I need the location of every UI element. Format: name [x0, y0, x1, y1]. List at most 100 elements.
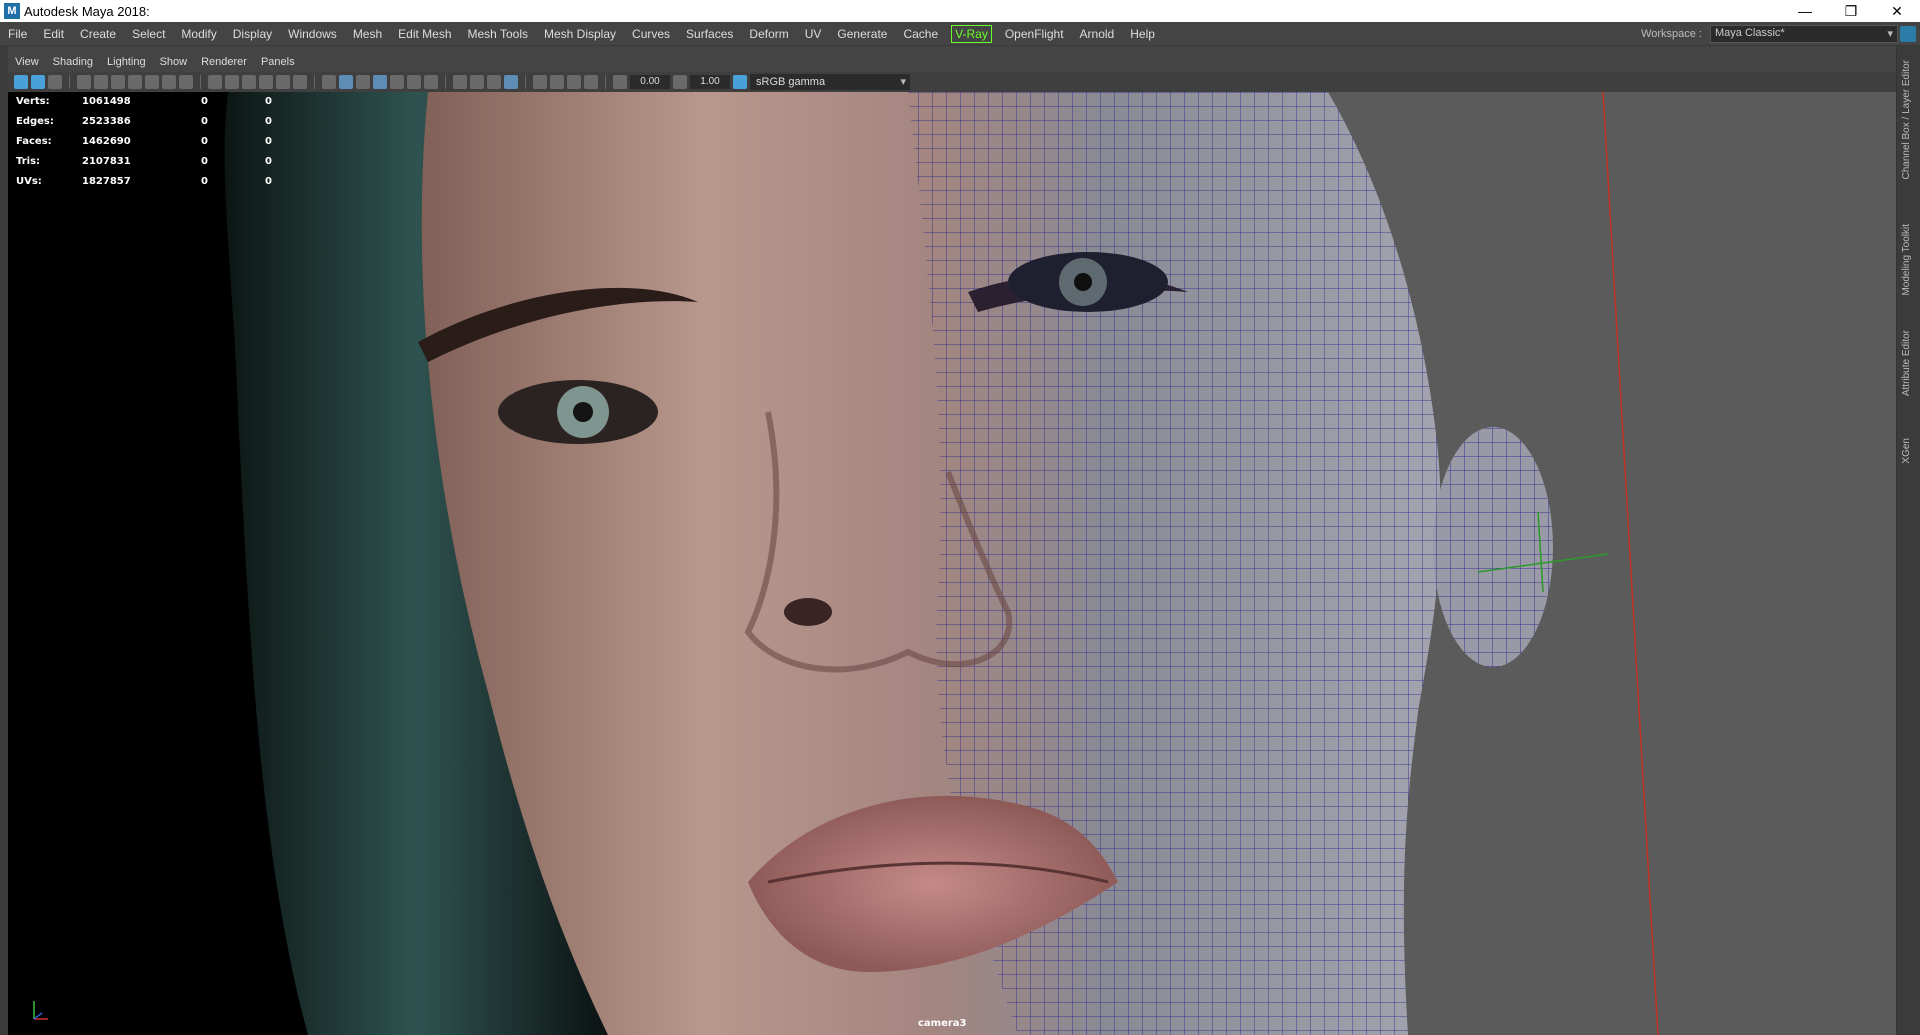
main-menu-bar: File Edit Create Select Modify Display W…	[0, 22, 1920, 46]
gamma-field[interactable]: 1.00	[690, 75, 730, 89]
menu-generate[interactable]: Generate	[829, 22, 895, 46]
toolbar-separator	[525, 75, 526, 89]
menu-curves[interactable]: Curves	[624, 22, 678, 46]
toolbar-separator	[200, 75, 201, 89]
menu-deform[interactable]: Deform	[741, 22, 796, 46]
camera-lock-icon[interactable]	[128, 75, 142, 89]
menu-vray[interactable]: V-Ray	[951, 24, 992, 43]
use-all-lights-icon[interactable]	[390, 75, 404, 89]
safe-title-icon[interactable]	[259, 75, 273, 89]
left-tool-strip	[0, 46, 8, 1035]
menu-uv[interactable]: UV	[797, 22, 830, 46]
lock-icon[interactable]	[1900, 26, 1916, 42]
face-render	[224, 92, 1659, 1035]
viewport-toolbar: 0.00 1.00 sRGB gamma	[8, 72, 1896, 92]
workspace-label: Workspace :	[1641, 28, 1702, 40]
gate-mask-icon[interactable]	[179, 75, 193, 89]
color-space-dropdown[interactable]: sRGB gamma	[750, 74, 910, 90]
toolbar-separator	[314, 75, 315, 89]
menu-surfaces[interactable]: Surfaces	[678, 22, 741, 46]
menu-help[interactable]: Help	[1122, 22, 1163, 46]
menu-windows[interactable]: Windows	[280, 22, 345, 46]
gamma-icon[interactable]	[673, 75, 687, 89]
select-camera-icon[interactable]	[14, 75, 28, 89]
menu-create[interactable]: Create	[72, 22, 124, 46]
grid-icon[interactable]	[208, 75, 222, 89]
poly-count-hud: Verts: 1061498 0 0 Edges: 2523386 0 0 Fa…	[16, 92, 272, 192]
3d-viewport[interactable]: Verts: 1061498 0 0 Edges: 2523386 0 0 Fa…	[8, 92, 1896, 1035]
film-gate-icon[interactable]	[145, 75, 159, 89]
dock-tab-channel-box[interactable]: Channel Box / Layer Editor	[1901, 60, 1912, 180]
hud-row-tris: Tris: 2107831 0 0	[16, 156, 272, 167]
maya-logo-icon: M	[4, 3, 20, 19]
panel-menu-show[interactable]: Show	[153, 56, 195, 68]
panel-menu-lighting[interactable]: Lighting	[100, 56, 153, 68]
camera-attributes-icon[interactable]	[31, 75, 45, 89]
dock-tab-xgen[interactable]: XGen	[1901, 438, 1912, 464]
hud-row-faces: Faces: 1462690 0 0	[16, 136, 272, 147]
right-dock-strip: Channel Box / Layer Editor Modeling Tool…	[1896, 46, 1920, 1035]
frame-selected-icon[interactable]	[567, 75, 581, 89]
panel-menu-bar: View Shading Lighting Show Renderer Pane…	[8, 52, 1896, 72]
select-tool-icon[interactable]	[533, 75, 547, 89]
field-chart-icon[interactable]	[225, 75, 239, 89]
wireframe-on-shaded-icon[interactable]	[356, 75, 370, 89]
xray-icon[interactable]	[470, 75, 484, 89]
hud-row-verts: Verts: 1061498 0 0	[16, 96, 272, 107]
camera-name-label: camera3	[918, 1018, 967, 1029]
menu-select[interactable]: Select	[124, 22, 173, 46]
dock-tab-attribute-editor[interactable]: Attribute Editor	[1901, 330, 1912, 396]
grease-pencil-icon[interactable]	[111, 75, 125, 89]
smooth-shade-icon[interactable]	[339, 75, 353, 89]
2d-pan-zoom-icon[interactable]	[94, 75, 108, 89]
panel-menu-view[interactable]: View	[8, 56, 46, 68]
xray-joints-icon[interactable]	[487, 75, 501, 89]
close-button[interactable]: ✕	[1874, 0, 1920, 22]
color-management-icon[interactable]	[733, 75, 747, 89]
panel-menu-renderer[interactable]: Renderer	[194, 56, 254, 68]
resolution-gate-icon[interactable]	[162, 75, 176, 89]
hud-icon[interactable]	[276, 75, 290, 89]
menu-mesh[interactable]: Mesh	[345, 22, 390, 46]
safe-action-icon[interactable]	[242, 75, 256, 89]
text-overlay-icon[interactable]	[293, 75, 307, 89]
window-title: Autodesk Maya 2018:	[24, 3, 150, 19]
menu-mesh-tools[interactable]: Mesh Tools	[460, 22, 536, 46]
workspace-dropdown[interactable]: Maya Classic*	[1710, 25, 1898, 43]
toolbar-separator	[605, 75, 606, 89]
panel-menu-panels[interactable]: Panels	[254, 56, 302, 68]
maximize-button[interactable]: ❐	[1828, 0, 1874, 22]
wireframe-icon[interactable]	[322, 75, 336, 89]
toolbar-separator	[445, 75, 446, 89]
bookmarks-icon[interactable]	[48, 75, 62, 89]
viewport-transform-icon[interactable]	[584, 75, 598, 89]
dock-tab-modeling-toolkit[interactable]: Modeling Toolkit	[1901, 224, 1912, 296]
hud-row-uvs: UVs: 1827857 0 0	[16, 176, 272, 187]
image-plane-icon[interactable]	[77, 75, 91, 89]
backface-culling-icon[interactable]	[504, 75, 518, 89]
exposure-field[interactable]: 0.00	[630, 75, 670, 89]
menu-arnold[interactable]: Arnold	[1072, 22, 1123, 46]
menu-edit[interactable]: Edit	[35, 22, 72, 46]
red-axis-line	[1602, 92, 1659, 1035]
exposure-icon[interactable]	[613, 75, 627, 89]
menu-mesh-display[interactable]: Mesh Display	[536, 22, 624, 46]
shadows-icon[interactable]	[407, 75, 421, 89]
menu-edit-mesh[interactable]: Edit Mesh	[390, 22, 459, 46]
window-controls: — ❐ ✕	[1782, 0, 1920, 22]
title-bar: M Autodesk Maya 2018: — ❐ ✕	[0, 0, 1920, 22]
minimize-button[interactable]: —	[1782, 0, 1828, 22]
menu-file[interactable]: File	[0, 22, 35, 46]
menu-cache[interactable]: Cache	[895, 22, 946, 46]
menu-display[interactable]: Display	[225, 22, 280, 46]
menu-openflight[interactable]: OpenFlight	[997, 22, 1072, 46]
textured-icon[interactable]	[373, 75, 387, 89]
frame-all-icon[interactable]	[550, 75, 564, 89]
view-axis-icon	[33, 1001, 48, 1020]
panel-menu-shading[interactable]: Shading	[46, 56, 100, 68]
hud-row-edges: Edges: 2523386 0 0	[16, 116, 272, 127]
isolate-select-icon[interactable]	[453, 75, 467, 89]
menu-modify[interactable]: Modify	[173, 22, 224, 46]
toolbar-separator	[69, 75, 70, 89]
screen-space-ao-icon[interactable]	[424, 75, 438, 89]
